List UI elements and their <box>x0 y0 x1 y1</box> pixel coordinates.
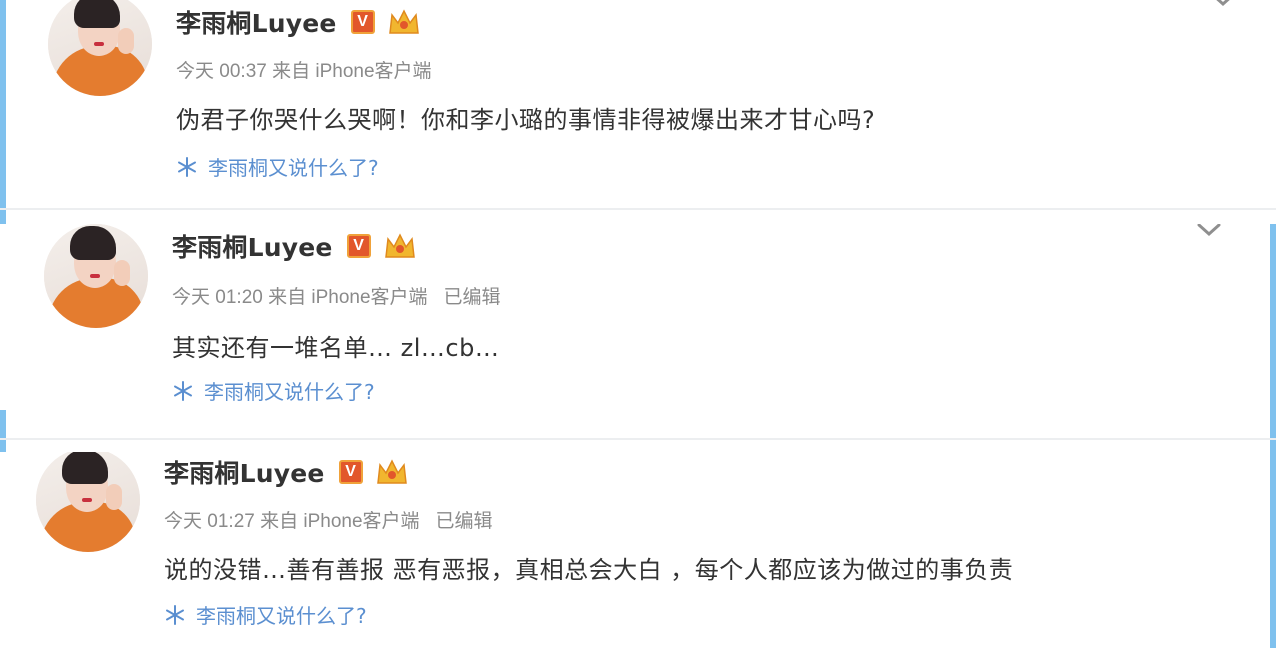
post-meta: 今天 01:20 来自 iPhone客户端 已编辑 <box>172 282 501 309</box>
avatar[interactable] <box>48 0 152 96</box>
user-name-row: 李雨桐Luyee V <box>172 228 417 264</box>
snowflake-icon <box>178 156 196 177</box>
topic-link[interactable]: 李雨桐又说什么了? <box>164 600 367 629</box>
snowflake-icon <box>174 380 192 401</box>
post-divider <box>0 438 1276 440</box>
post-meta: 今天 01:27 来自 iPhone客户端 已编辑 <box>164 506 493 533</box>
chevron-down-icon[interactable] <box>1210 0 1236 8</box>
weibo-post-3: 李雨桐Luyee V 今天 01:27 来自 iPhone客户端 已编辑 说的没错… <box>0 452 1276 648</box>
user-name-link[interactable]: 李雨桐Luyee <box>172 228 333 264</box>
avatar[interactable] <box>44 224 148 328</box>
post-time-source[interactable]: 今天 00:37 来自 iPhone客户端 <box>176 61 432 82</box>
edited-label[interactable]: 已编辑 <box>436 511 493 532</box>
post-content: 其实还有一堆名单… zl…cb… <box>172 334 500 362</box>
avatar[interactable] <box>36 452 140 552</box>
verified-v-icon: V <box>338 460 363 484</box>
weibo-post-2: 李雨桐Luyee V 今天 01:20 来自 iPhone客户端 已编辑 其实还有… <box>0 224 1276 452</box>
user-name-row: 李雨桐Luyee V <box>176 4 421 40</box>
verified-v-icon: V <box>350 10 375 34</box>
post-content: 伪君子你哭什么哭啊！你和李小璐的事情非得被爆出来才甘心吗? <box>176 106 876 134</box>
topic-label: 李雨桐又说什么了? <box>196 604 367 628</box>
frame-edge <box>1270 224 1276 452</box>
post-content: 说的没错…善有善报 恶有恶报，真相总会大白 ，每个人都应该为做过的事负责 <box>164 556 1014 584</box>
topic-label: 李雨桐又说什么了? <box>208 156 379 180</box>
user-name-link[interactable]: 李雨桐Luyee <box>164 454 325 490</box>
crown-member-icon <box>384 233 415 258</box>
post-time-source[interactable]: 今天 01:27 来自 iPhone客户端 <box>164 511 420 532</box>
edited-label[interactable]: 已编辑 <box>444 287 501 308</box>
topic-label: 李雨桐又说什么了? <box>204 380 375 404</box>
snowflake-icon <box>166 604 184 625</box>
topic-link[interactable]: 李雨桐又说什么了? <box>172 376 375 405</box>
crown-member-icon <box>376 459 407 484</box>
post-meta: 今天 00:37 来自 iPhone客户端 <box>176 56 432 83</box>
post-divider <box>0 208 1276 210</box>
post-time-source[interactable]: 今天 01:20 来自 iPhone客户端 <box>172 287 428 308</box>
user-name-link[interactable]: 李雨桐Luyee <box>176 4 337 40</box>
user-name-row: 李雨桐Luyee V <box>164 454 409 490</box>
frame-edge <box>0 410 6 452</box>
weibo-post-1: 李雨桐Luyee V 今天 00:37 来自 iPhone客户端 伪君子你哭什么… <box>0 0 1276 224</box>
verified-v-icon: V <box>346 234 371 258</box>
chevron-down-icon[interactable] <box>1196 224 1222 238</box>
topic-link[interactable]: 李雨桐又说什么了? <box>176 152 379 181</box>
crown-member-icon <box>388 9 419 34</box>
frame-edge <box>0 0 6 224</box>
frame-edge <box>1270 452 1276 648</box>
